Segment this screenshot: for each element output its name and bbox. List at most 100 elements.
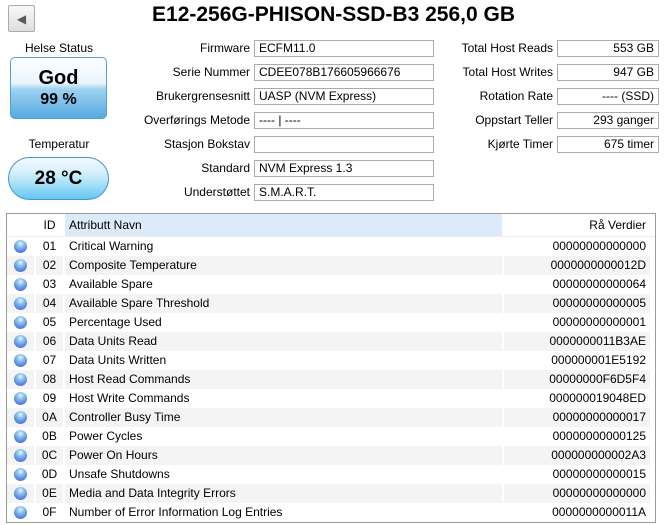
- attr-raw-value: 00000000F6D5F4: [504, 370, 650, 389]
- table-row[interactable]: 06 Data Units Read 0000000011B3AE: [7, 332, 655, 351]
- id-column-header[interactable]: ID: [36, 214, 63, 236]
- table-header-row: ID Attributt Navn Rå Verdier: [7, 214, 655, 237]
- attr-raw-value: 00000000000064: [552, 277, 646, 291]
- total-host-reads-label: Total Host Reads: [461, 41, 553, 55]
- status-ok-icon: [14, 354, 27, 367]
- attr-name: Host Write Commands: [69, 391, 190, 405]
- attr-raw-value: 0000000000012D: [504, 256, 650, 275]
- attr-id: 0F: [42, 505, 57, 519]
- serial-number-field[interactable]: CDEE078B176605966676: [254, 64, 434, 81]
- attr-id: 09: [42, 391, 57, 405]
- power-on-count-label: Oppstart Teller: [475, 113, 553, 127]
- table-row[interactable]: 04 Available Spare Threshold 00000000000…: [7, 294, 655, 313]
- table-row[interactable]: 0E Media and Data Integrity Errors 00000…: [7, 484, 655, 503]
- status-ok-icon: [14, 392, 27, 405]
- table-row[interactable]: 09 Host Write Commands 000000019048ED: [7, 389, 655, 408]
- status-ok-icon: [14, 278, 27, 291]
- status-ok-icon: [14, 297, 27, 310]
- total-host-writes-field[interactable]: 947 GB: [557, 64, 659, 81]
- health-percent-value: 99 %: [40, 90, 77, 108]
- interface-label: Brukergrensesnitt: [155, 89, 250, 103]
- raw-values-column-header[interactable]: Rå Verdier: [504, 214, 650, 236]
- attr-raw-value: 00000000000015: [552, 467, 646, 481]
- attr-id: 06: [36, 332, 63, 351]
- attribute-name-column-header[interactable]: Attributt Navn: [65, 214, 502, 236]
- attr-raw-value: 000000000002A3: [504, 446, 650, 465]
- standard-label: Standard: [201, 161, 250, 175]
- table-row[interactable]: 0C Power On Hours 000000000002A3: [7, 446, 655, 465]
- table-row[interactable]: 07 Data Units Written 000000001E5192: [7, 351, 655, 370]
- back-arrow-icon: ◀: [16, 11, 27, 26]
- attr-name: Available Spare Threshold: [65, 294, 502, 313]
- attr-id: 0E: [36, 484, 63, 503]
- status-ok-icon: [14, 506, 27, 519]
- table-row[interactable]: 03 Available Spare 00000000000064: [7, 275, 655, 294]
- supported-label: Understøttet: [183, 185, 250, 199]
- attr-name: Available Spare: [69, 277, 153, 291]
- attr-id: 02: [36, 256, 63, 275]
- attr-id: 0D: [41, 467, 58, 481]
- status-ok-icon: [14, 373, 27, 386]
- attr-id: 07: [42, 353, 57, 367]
- table-row[interactable]: 01 Critical Warning 00000000000000: [7, 237, 655, 256]
- smart-attributes-table: ID Attributt Navn Rå Verdier 01 Critical…: [6, 213, 656, 523]
- attr-name: Critical Warning: [69, 239, 154, 253]
- attr-name: Unsafe Shutdowns: [69, 467, 170, 481]
- table-row[interactable]: 08 Host Read Commands 00000000F6D5F4: [7, 370, 655, 389]
- table-row[interactable]: 0F Number of Error Information Log Entri…: [7, 503, 655, 522]
- health-status-value: God: [38, 66, 79, 89]
- back-button[interactable]: ◀: [8, 5, 35, 32]
- status-ok-icon: [14, 259, 27, 272]
- table-row[interactable]: 05 Percentage Used 00000000000001: [7, 313, 655, 332]
- attr-name: Host Read Commands: [65, 370, 502, 389]
- power-on-hours-field[interactable]: 675 timer: [557, 136, 659, 153]
- status-ok-icon: [14, 411, 27, 424]
- serial-number-label: Serie Nummer: [172, 65, 250, 79]
- table-row[interactable]: 0A Controller Busy Time 00000000000017: [7, 408, 655, 427]
- firmware-label: Firmware: [200, 41, 250, 55]
- table-row[interactable]: 0B Power Cycles 00000000000125: [7, 427, 655, 446]
- total-host-reads-field[interactable]: 553 GB: [557, 40, 659, 57]
- attr-id: 05: [42, 315, 57, 329]
- attr-id: 0B: [42, 429, 57, 443]
- interface-field[interactable]: UASP (NVM Express): [254, 88, 434, 105]
- attr-name: Percentage Used: [69, 315, 162, 329]
- table-row[interactable]: 02 Composite Temperature 0000000000012D: [7, 256, 655, 275]
- attr-name: Media and Data Integrity Errors: [65, 484, 502, 503]
- table-row[interactable]: 0D Unsafe Shutdowns 00000000000015: [7, 465, 655, 484]
- attr-name: Controller Busy Time: [65, 408, 502, 427]
- attr-name: Composite Temperature: [65, 256, 502, 275]
- attr-raw-value: 00000000000000: [552, 239, 646, 253]
- crystaldiskinfo-window: { "window": { "title": "E12-256G-PHISON-…: [0, 0, 667, 525]
- attr-raw-value: 000000019048ED: [549, 391, 646, 405]
- total-host-writes-label: Total Host Writes: [462, 65, 553, 79]
- attr-name: Data Units Written: [69, 353, 167, 367]
- power-on-count-field[interactable]: 293 ganger: [557, 112, 659, 129]
- attr-id: 03: [42, 277, 57, 291]
- attr-raw-value: 00000000000001: [552, 315, 646, 329]
- attr-raw-value: 0000000011B3AE: [504, 332, 650, 351]
- health-status-indicator: God 99 %: [10, 57, 107, 119]
- status-ok-icon: [14, 487, 27, 500]
- status-ok-icon: [14, 240, 27, 253]
- transfer-mode-field[interactable]: ---- | ----: [254, 112, 434, 129]
- standard-field[interactable]: NVM Express 1.3: [254, 160, 434, 177]
- rotation-rate-label: Rotation Rate: [479, 89, 553, 103]
- attr-name: Data Units Read: [65, 332, 502, 351]
- attr-name: Power Cycles: [69, 429, 143, 443]
- supported-field[interactable]: S.M.A.R.T.: [254, 184, 434, 201]
- rotation-rate-field[interactable]: ---- (SSD): [557, 88, 659, 105]
- attr-id: 01: [42, 239, 57, 253]
- attr-id: 0A: [36, 408, 63, 427]
- status-ok-icon: [14, 430, 27, 443]
- status-column-header[interactable]: [7, 214, 34, 236]
- firmware-field[interactable]: ECFM11.0: [254, 40, 434, 57]
- attr-raw-value: 00000000000000: [504, 484, 650, 503]
- status-ok-icon: [14, 335, 27, 348]
- status-ok-icon: [14, 468, 27, 481]
- attr-id: 08: [36, 370, 63, 389]
- attr-name: Number of Error Information Log Entries: [69, 505, 283, 519]
- transfer-mode-label: Overførings Metode: [143, 113, 250, 127]
- drive-letter-field[interactable]: [254, 136, 434, 153]
- attr-raw-value: 00000000000017: [504, 408, 650, 427]
